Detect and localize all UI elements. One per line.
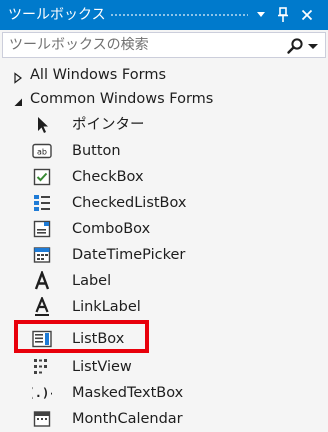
- combobox-icon: [32, 220, 52, 238]
- button-icon: ab: [32, 142, 52, 160]
- item-label: ポインター: [72, 117, 145, 133]
- drag-grip[interactable]: [110, 13, 248, 18]
- toolbox-item-pointer[interactable]: ポインター: [0, 112, 328, 138]
- toolbox-item-combobox[interactable]: ComboBox: [0, 216, 328, 242]
- maskedtextbox-icon: (.)-: [32, 384, 52, 402]
- item-label: LinkLabel: [72, 299, 141, 315]
- item-label: ComboBox: [72, 221, 151, 237]
- group-label: Common Windows Forms: [30, 91, 214, 107]
- window-title: ツールボックス: [8, 7, 106, 23]
- collapse-arrow-icon[interactable]: [12, 93, 24, 106]
- toolbox-item-label[interactable]: Label: [0, 268, 328, 294]
- checkedlistbox-icon: [32, 194, 52, 212]
- pointer-icon: [32, 116, 52, 134]
- toolbox-item-datetimepicker[interactable]: DateTimePicker: [0, 242, 328, 268]
- search-input[interactable]: [9, 36, 269, 54]
- toolbox-item-listview[interactable]: ListView: [0, 354, 328, 380]
- checkbox-icon: [32, 168, 52, 186]
- toolbox-item-monthcalendar[interactable]: MonthCalendar: [0, 406, 328, 432]
- expand-arrow-icon[interactable]: [12, 69, 24, 84]
- toolbox-item-button[interactable]: ab Button: [0, 138, 328, 164]
- item-label: DateTimePicker: [72, 247, 186, 263]
- item-label: CheckedListBox: [72, 195, 187, 211]
- item-label: Button: [72, 143, 121, 159]
- toolbox-search-box: [2, 32, 326, 58]
- search-icon[interactable]: [286, 37, 304, 55]
- datetimepicker-icon: [32, 246, 52, 264]
- search-options-chevron-icon[interactable]: [306, 37, 320, 55]
- toolbox-item-checkedlistbox[interactable]: CheckedListBox: [0, 190, 328, 216]
- group-all-windows-forms[interactable]: All Windows Forms: [0, 62, 328, 88]
- item-label: ListView: [72, 359, 132, 375]
- toolbox-item-linklabel[interactable]: LinkLabel: [0, 294, 328, 320]
- label-icon: [32, 271, 52, 290]
- monthcalendar-icon: [32, 410, 52, 428]
- listbox-highlight-box: [14, 320, 149, 353]
- toolbox-item-checkbox[interactable]: CheckBox: [0, 164, 328, 190]
- item-label: Label: [72, 273, 112, 289]
- svg-text:ab: ab: [37, 148, 47, 157]
- item-label: MaskedTextBox: [72, 385, 184, 401]
- item-label: MonthCalendar: [72, 411, 183, 427]
- listview-icon: [32, 358, 52, 376]
- toolbox-item-maskedtextbox[interactable]: (.)- MaskedTextBox: [0, 380, 328, 406]
- linklabel-icon: [32, 297, 52, 316]
- item-label: CheckBox: [72, 169, 144, 185]
- toolbox-title-bar: ツールボックス: [0, 0, 328, 30]
- close-icon[interactable]: [298, 5, 316, 25]
- chevron-down-icon[interactable]: [252, 5, 270, 25]
- group-common-windows-forms[interactable]: Common Windows Forms: [0, 86, 328, 112]
- svg-text:(.)-: (.)-: [32, 386, 52, 400]
- pin-icon[interactable]: [274, 5, 292, 25]
- group-label: All Windows Forms: [30, 67, 167, 83]
